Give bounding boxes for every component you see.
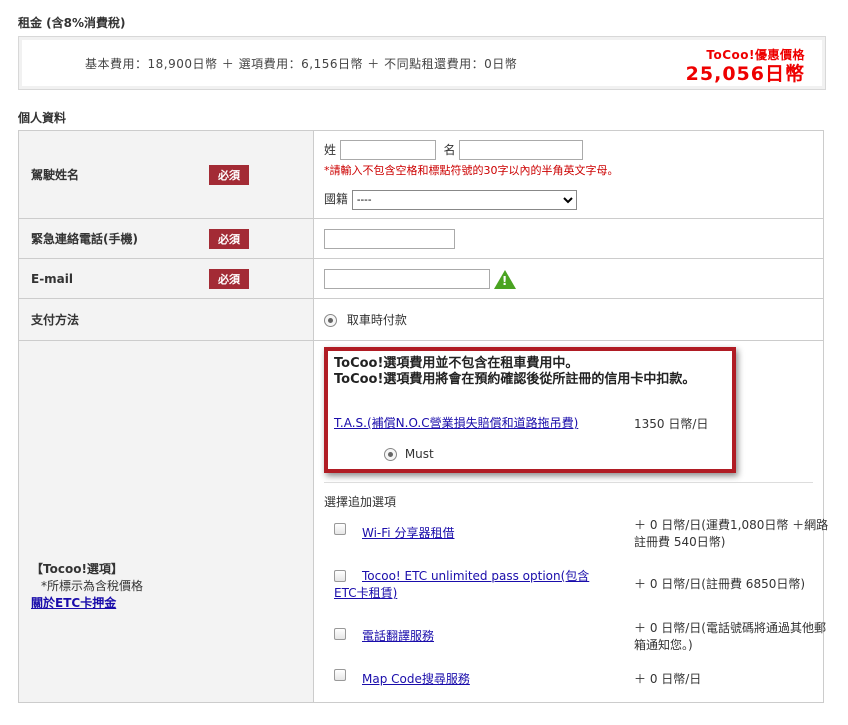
- notice-line-1: ToCoo!選項費用並不包含在租車費用中。: [334, 356, 579, 371]
- phone-input[interactable]: [324, 228, 455, 249]
- map-code-link[interactable]: Map Code搜尋服務: [362, 670, 470, 687]
- price-summary-box: 基本費用：18,900日幣 ＋ 選項費用：6,156日幣 ＋ 不同點租還費用：0…: [18, 36, 826, 90]
- etc-deposit-link[interactable]: 關於ETC卡押金: [31, 596, 116, 610]
- tas-must-radio[interactable]: [384, 448, 397, 461]
- phone-translation-checkbox[interactable]: [334, 627, 346, 640]
- personal-section-title: 個人資料: [18, 111, 67, 125]
- phone-label: 緊急連絡電話(手機): [31, 232, 138, 246]
- nationality-select[interactable]: ----: [351, 189, 577, 210]
- email-row: E-mail 必須 !: [18, 258, 824, 299]
- payment-radio[interactable]: [324, 314, 337, 327]
- map-code-price: ＋ 0 日幣/日: [634, 672, 702, 686]
- options-row: 【Tocoo!選項】 *所標示為含稅價格 關於ETC卡押金 ToCoo!選項費用…: [18, 340, 828, 703]
- rent-section-title: 租金 (含8%消費稅): [18, 16, 126, 30]
- email-input[interactable]: [324, 268, 490, 289]
- map-code-checkbox[interactable]: [334, 668, 346, 681]
- email-label: E-mail: [31, 271, 74, 286]
- phone-row: 緊急連絡電話(手機) 必須: [18, 218, 824, 259]
- tas-link[interactable]: T.A.S.(補償N.O.C營業損失賠償和道路拖吊費): [334, 414, 578, 431]
- tas-must-label: Must: [404, 447, 434, 461]
- notice-line-2: ToCoo!選項費用將會在預約確認後從所註冊的信用卡中扣款。: [334, 372, 696, 387]
- options-divider: [324, 482, 813, 483]
- deal-price-value: 25,056日幣: [685, 63, 805, 85]
- required-badge: 必須: [209, 164, 249, 185]
- surname-label: 姓: [324, 142, 337, 157]
- surname-input[interactable]: [339, 139, 436, 160]
- phone-translation-link[interactable]: 電話翻譯服務: [362, 627, 434, 644]
- warning-icon: !: [493, 269, 516, 289]
- wifi-checkbox[interactable]: [334, 522, 346, 535]
- etc-pass-option-price: ＋ 0 日幣/日(註冊費 6850日幣): [634, 577, 806, 591]
- wifi-option-price: ＋ 0 日幣/日(運費1,080日幣 ＋網路註冊費 540日幣): [634, 518, 829, 549]
- price-breakdown: 基本費用：18,900日幣 ＋ 選項費用：6,156日幣 ＋ 不同點租還費用：0…: [85, 57, 518, 71]
- given-name-input[interactable]: [459, 139, 584, 160]
- given-name-label: 名: [443, 142, 456, 157]
- payment-option-label: 取車時付款: [346, 313, 407, 327]
- extra-option-row: [334, 521, 346, 535]
- wifi-option-link[interactable]: Wi-Fi 分享器租借: [362, 524, 454, 541]
- etc-pass-option-link[interactable]: Tocoo! ETC unlimited pass option(包含ETC卡租…: [334, 568, 610, 602]
- name-input-note: *請輸入不包含空格和標點符號的30字以內的半角英文字母。: [324, 163, 619, 177]
- tas-price: 1350 日幣/日: [634, 417, 709, 431]
- extra-options-title: 選擇追加選項: [324, 495, 397, 509]
- phone-translation-price: ＋ 0 日幣/日(電話號碼將通過其他郵箱通知您。): [634, 621, 826, 652]
- payment-row: 支付方法 取車時付款: [18, 298, 824, 341]
- required-badge: 必須: [209, 268, 249, 289]
- options-tax-note: *所標示為含稅價格: [41, 579, 144, 593]
- driver-name-row: 駕駛姓名 必須 姓 名 *請輸入不包含空格和標點符號的30字以內的半角英文字母。…: [18, 130, 824, 219]
- payment-label: 支付方法: [31, 313, 80, 327]
- nationality-label: 國籍: [324, 191, 349, 206]
- tocoo-notice-box: ToCoo!選項費用並不包含在租車費用中。 ToCoo!選項費用將會在預約確認後…: [324, 347, 736, 473]
- options-label: 【Tocoo!選項】: [31, 562, 123, 576]
- driver-name-label: 駕駛姓名: [31, 168, 80, 182]
- personal-info-table: 駕駛姓名 必須 姓 名 *請輸入不包含空格和標點符號的30字以內的半角英文字母。…: [18, 130, 828, 703]
- required-badge: 必須: [209, 228, 249, 249]
